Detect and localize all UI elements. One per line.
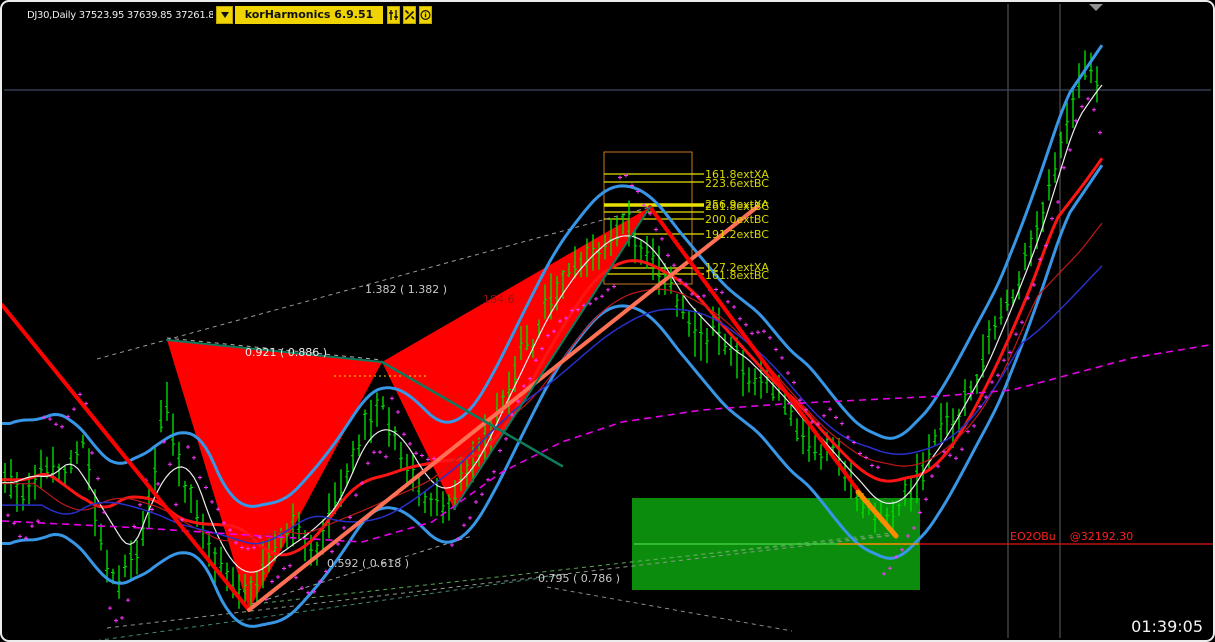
symbol-ohlc-text: DJ30,Daily 37523.95 37639.85 37261.85 37…	[27, 10, 213, 21]
ratio-label: 0.592 ( 0.618 )	[327, 557, 410, 570]
tools-button[interactable]	[403, 6, 416, 24]
wrench-icon	[404, 9, 415, 21]
sliders-icon	[389, 10, 398, 20]
info-button[interactable]	[419, 6, 432, 24]
signal-label: EO2OBu @32192.30	[1010, 530, 1133, 543]
fib-level-label: 200.0extBC	[705, 213, 769, 226]
ratio-label: 0.795 ( 0.786 )	[538, 572, 621, 585]
chart-window[interactable]: DJ30,Daily 37523.95 37639.85 37261.85 37…	[0, 0, 1215, 642]
chevron-down-icon	[220, 12, 229, 18]
info-icon	[420, 9, 431, 21]
clock-overlay: 01:39:05	[1131, 617, 1203, 636]
signal-name: EO2OBu	[1010, 530, 1056, 543]
harmonic-settings-button[interactable]	[387, 6, 400, 24]
toolbar: DJ30,Daily 37523.95 37639.85 37261.85 37…	[2, 2, 1213, 30]
ratio-label: 0.921 ( 0.886 )	[245, 346, 328, 359]
ratio-label: 184.6	[483, 293, 515, 306]
fib-level-label: 261.8extBC	[705, 200, 769, 213]
chart-canvas[interactable]	[2, 2, 1213, 640]
fib-level-label: 191.2extBC	[705, 228, 769, 241]
indicator-title-badge: korHarmonics 6.9.51	[235, 6, 383, 24]
fib-level-label: 223.6extBC	[705, 177, 769, 190]
ratio-label: 1.382 ( 1.382 )	[365, 283, 448, 296]
fib-level-label: 161.8extBC	[705, 269, 769, 282]
indicator-dropdown-button[interactable]	[216, 6, 233, 24]
signal-price: @32192.30	[1069, 530, 1134, 543]
